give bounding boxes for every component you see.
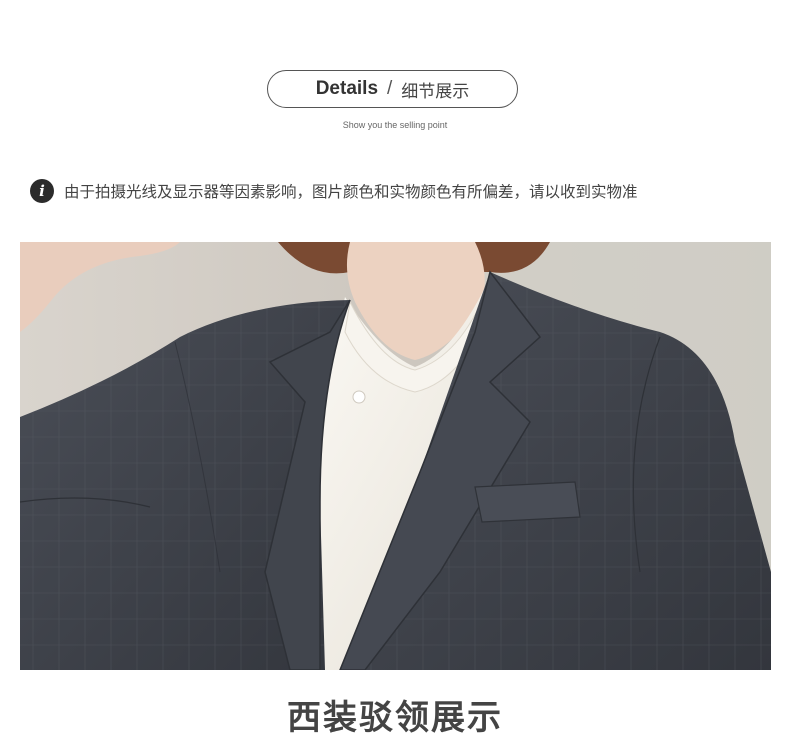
color-notice: i 由于拍摄光线及显示器等因素影响，图片颜色和实物颜色有所偏差，请以收到实物准 <box>30 179 638 203</box>
details-cn-label: 细节展示 <box>401 81 470 102</box>
blazer-lapel-photo <box>20 242 771 670</box>
details-pill: Details / 细节展示 <box>267 70 518 108</box>
info-icon: i <box>30 179 54 203</box>
details-separator: / <box>387 78 393 99</box>
section-caption: 西装驳领展示 <box>287 698 503 738</box>
product-photo <box>20 242 771 670</box>
details-subtitle: Show you the selling point <box>342 120 448 130</box>
notice-text: 由于拍摄光线及显示器等因素影响，图片颜色和实物颜色有所偏差，请以收到实物准 <box>64 183 638 201</box>
details-en-label: Details <box>315 78 379 99</box>
